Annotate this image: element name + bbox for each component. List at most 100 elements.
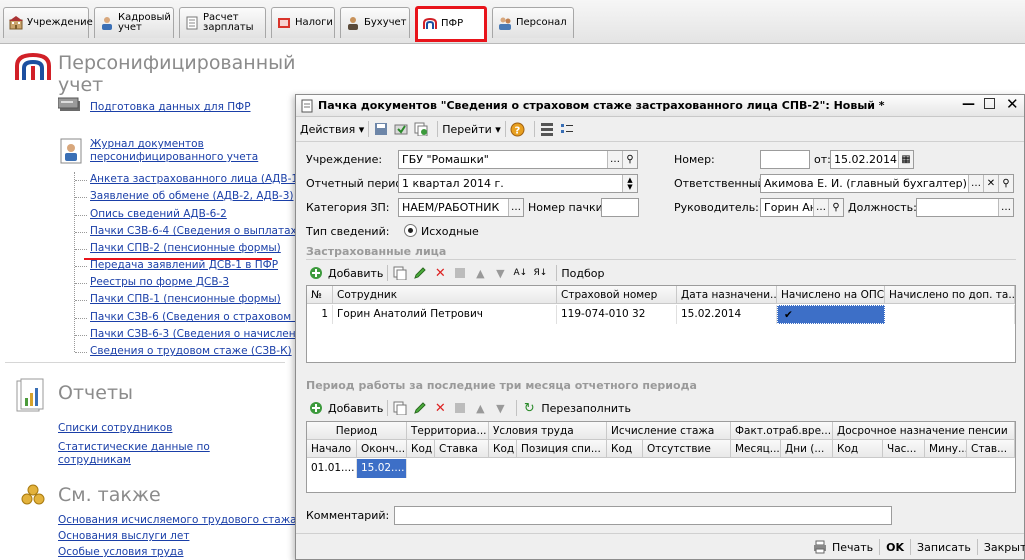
column-header[interactable]: Код bbox=[489, 440, 517, 458]
table-cell[interactable]: ✔ bbox=[777, 305, 885, 324]
table-cell[interactable]: Горин Анатолий Петрович bbox=[333, 305, 557, 324]
search-icon[interactable]: ⚲ bbox=[998, 175, 1013, 192]
save-icon[interactable] bbox=[373, 121, 389, 137]
period-field[interactable]: 1 квартал 2014 г. ▲ ▼ bbox=[398, 174, 638, 193]
move-up-icon[interactable]: ▲ bbox=[472, 265, 488, 281]
end-edit-icon[interactable] bbox=[452, 400, 468, 416]
pack-number-field[interactable] bbox=[601, 198, 639, 217]
table-cell[interactable] bbox=[885, 305, 1015, 324]
seniority-basis-link[interactable]: Основания исчисляемого трудового стажа bbox=[58, 514, 297, 527]
column-header[interactable]: Код bbox=[607, 440, 643, 458]
move-up-icon[interactable]: ▲ bbox=[472, 400, 488, 416]
column-header[interactable]: Отсутствие bbox=[643, 440, 731, 458]
copy-row-icon[interactable] bbox=[392, 400, 408, 416]
tree-item-link[interactable]: Реестры по форме ДСВ-3 bbox=[90, 276, 229, 289]
column-header[interactable]: Мину... bbox=[925, 440, 967, 458]
tree-item-link[interactable]: Опись сведений АДВ-6-2 bbox=[90, 208, 227, 221]
search-icon[interactable]: ⚲ bbox=[828, 199, 843, 216]
column-header[interactable]: Оконч... bbox=[357, 440, 407, 458]
column-header[interactable]: Код bbox=[833, 440, 883, 458]
select-button[interactable]: Подбор bbox=[561, 267, 604, 280]
table-cell[interactable]: 01.01.... bbox=[307, 459, 357, 478]
table-cell[interactable]: 1 bbox=[307, 305, 333, 324]
edit-icon[interactable] bbox=[412, 400, 428, 416]
sort-asc-icon[interactable]: A↓ bbox=[512, 265, 528, 281]
minimize-icon[interactable]: — bbox=[962, 97, 975, 112]
delete-icon[interactable]: ✕ bbox=[432, 265, 448, 281]
close-icon[interactable]: ✕ bbox=[1006, 95, 1019, 113]
tree-item-link[interactable]: Передача заявлений ДСВ-1 в ПФР bbox=[90, 259, 278, 272]
column-header[interactable]: Сотрудник bbox=[333, 286, 557, 304]
column-header[interactable]: Позиция спи... bbox=[517, 440, 607, 458]
tree-item-link[interactable]: Пачки СПВ-2 (пенсионные формы) bbox=[90, 242, 281, 255]
info-type-radio[interactable] bbox=[404, 224, 417, 237]
number-field[interactable] bbox=[760, 150, 810, 169]
maximize-icon[interactable] bbox=[984, 98, 995, 109]
table-cell[interactable]: 15.02.... bbox=[357, 459, 407, 478]
edit-icon[interactable] bbox=[412, 265, 428, 281]
category-field[interactable]: НАЕМ/РАБОТНИК … bbox=[398, 198, 524, 217]
statistics-link-line2[interactable]: сотрудникам bbox=[58, 454, 131, 467]
comment-field[interactable] bbox=[394, 506, 892, 525]
column-header[interactable]: Став... bbox=[967, 440, 1015, 458]
position-field[interactable]: … bbox=[916, 198, 1014, 217]
help-icon[interactable]: ? bbox=[510, 121, 526, 137]
tab-raschet-zarplaty[interactable]: Расчет зарплаты bbox=[179, 7, 266, 38]
column-header[interactable]: Месяц... bbox=[731, 440, 781, 458]
special-conditions-link[interactable]: Особые условия труда bbox=[58, 546, 184, 559]
tab-personal[interactable]: Персонал bbox=[492, 7, 574, 38]
search-icon[interactable]: ⚲ bbox=[622, 151, 637, 168]
tab-nalogi[interactable]: Налоги bbox=[271, 7, 335, 38]
statistics-link[interactable]: Статистические данные по bbox=[58, 441, 210, 454]
period-stepper[interactable]: ▲ ▼ bbox=[622, 175, 637, 192]
tree-item-link[interactable]: Пачки СЗВ-6-3 (Сведения о начисленном bbox=[90, 328, 317, 341]
table-row[interactable]: 01.01.... 15.02.... bbox=[307, 459, 1015, 478]
tree-item-link[interactable]: Заявление об обмене (АДВ-2, АДВ-3) bbox=[90, 190, 294, 203]
column-group-header[interactable]: Исчисление стажа bbox=[607, 422, 731, 440]
select-button[interactable]: … bbox=[508, 199, 523, 216]
tab-kadrovyy-uchet[interactable]: Кадровый учет bbox=[94, 7, 174, 38]
date-field[interactable]: 15.02.2014 0 ▦ bbox=[830, 150, 914, 169]
tree-item-link[interactable]: Пачки СПВ-1 (пенсионные формы) bbox=[90, 293, 281, 306]
column-group-header[interactable]: Досрочное назначение пенсии bbox=[833, 422, 1015, 440]
column-group-header[interactable]: Период bbox=[307, 422, 407, 440]
journal-link-line2[interactable]: персонифицированного учета bbox=[90, 151, 258, 164]
tree-item-link[interactable]: Пачки СЗВ-6 (Сведения о страховом ста bbox=[90, 311, 313, 324]
column-header[interactable]: Начислено по доп. та... bbox=[885, 286, 1015, 304]
service-years-link[interactable]: Основания выслуги лет bbox=[58, 530, 189, 543]
add-insured-button[interactable]: Добавить bbox=[308, 265, 383, 281]
tab-pfr[interactable]: ПФР bbox=[415, 6, 487, 42]
select-button[interactable]: … bbox=[813, 199, 828, 216]
column-header[interactable]: Страховой номер bbox=[557, 286, 677, 304]
list-icon[interactable] bbox=[559, 121, 575, 137]
select-button[interactable]: … bbox=[968, 175, 983, 192]
structure-icon[interactable] bbox=[539, 121, 555, 137]
save-button[interactable]: Записать bbox=[917, 541, 971, 554]
delete-icon[interactable]: ✕ bbox=[432, 400, 448, 416]
column-header[interactable]: № bbox=[307, 286, 333, 304]
end-edit-icon[interactable] bbox=[452, 265, 468, 281]
column-header[interactable]: Дата назначени... bbox=[677, 286, 777, 304]
clear-icon[interactable]: ✕ bbox=[983, 175, 998, 192]
move-down-icon[interactable]: ▼ bbox=[492, 400, 508, 416]
column-header[interactable]: Начислено на ОПС bbox=[777, 286, 885, 304]
tree-item-link[interactable]: Анкета застрахованного лица (АДВ-1) bbox=[90, 173, 302, 186]
journal-link[interactable]: Журнал документов bbox=[90, 138, 204, 151]
prep-data-link[interactable]: Подготовка данных для ПФР bbox=[90, 101, 251, 114]
tab-buhuchet[interactable]: Бухучет bbox=[340, 7, 410, 38]
column-group-header[interactable]: Территориа... bbox=[407, 422, 489, 440]
ok-button[interactable]: OK bbox=[886, 541, 904, 554]
goto-menu[interactable]: Перейти ▾ bbox=[442, 123, 501, 136]
sort-desc-icon[interactable]: Я↓ bbox=[532, 265, 548, 281]
copy-row-icon[interactable] bbox=[392, 265, 408, 281]
print-button[interactable]: Печать bbox=[812, 539, 873, 555]
column-header[interactable]: Дни (... bbox=[781, 440, 833, 458]
column-header[interactable]: Начало bbox=[307, 440, 357, 458]
actions-menu[interactable]: Действия ▾ bbox=[300, 123, 364, 136]
org-field[interactable]: ГБУ "Ромашки" … ⚲ bbox=[398, 150, 638, 169]
column-group-header[interactable]: Условия труда bbox=[489, 422, 607, 440]
add-period-button[interactable]: Добавить bbox=[308, 400, 383, 416]
tree-item-link[interactable]: Пачки СЗВ-6-4 (Сведения о выплатах, ст bbox=[90, 225, 315, 238]
tab-uchrezhdenie[interactable]: Учреждение bbox=[3, 7, 93, 38]
table-row[interactable]: 1 Горин Анатолий Петрович 119-074-010 32 15… bbox=[307, 305, 1015, 324]
